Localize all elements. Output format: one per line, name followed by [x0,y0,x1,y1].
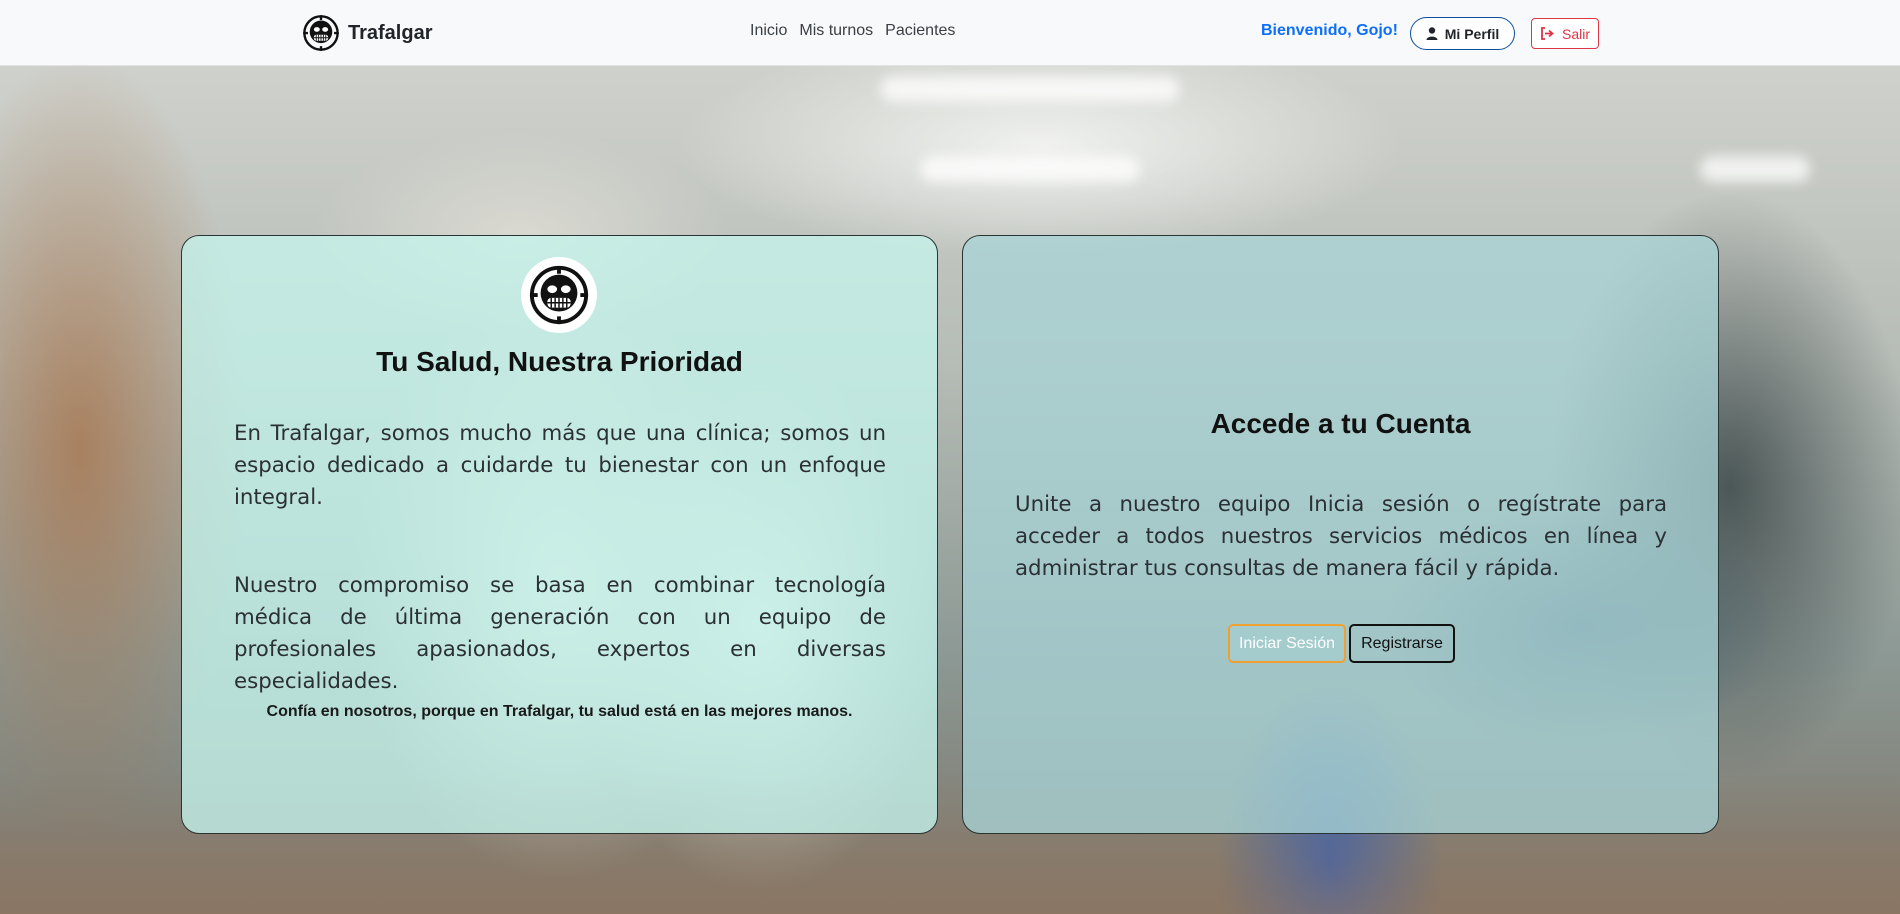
brand-link[interactable]: Trafalgar [302,13,432,53]
top-navbar: Trafalgar Inicio Mis turnos Pacientes Bi… [0,0,1900,66]
account-card: Accede a tu Cuenta Unite a nuestro equip… [962,235,1719,834]
nav-link-inicio[interactable]: Inicio [750,22,787,40]
profile-button[interactable]: Mi Perfil [1410,17,1515,50]
account-card-title: Accede a tu Cuenta [1210,408,1471,439]
card-logo [521,257,597,333]
about-paragraph-1: En Trafalgar, somos mucho más que una cl… [234,421,886,510]
sign-out-icon [1541,27,1554,40]
about-card-title: Tu Salud, Nuestra Prioridad [376,346,743,377]
welcome-message: Bienvenido, Gojo! [1261,22,1398,39]
jolly-roger-smile-icon [303,15,339,51]
main-nav: Inicio Mis turnos Pacientes [750,22,955,40]
about-tagline: Confía en nosotros, porque en Trafalgar,… [266,703,853,720]
user-icon [1426,27,1438,40]
nav-link-mis-turnos[interactable]: Mis turnos [799,22,873,40]
profile-button-label: Mi Perfil [1444,25,1500,42]
about-paragraph-2: Nuestro compromiso se basa en combinar t… [234,573,886,694]
about-card: Tu Salud, Nuestra Prioridad En Trafalgar… [181,235,938,834]
account-paragraph: Unite a nuestro equipo Inicia sesión o r… [1015,492,1667,581]
logout-button-label: Salir [1561,25,1590,42]
login-button[interactable]: Iniciar Sesión [1228,624,1346,663]
logout-button[interactable]: Salir [1531,18,1599,49]
brand-name: Trafalgar [348,21,433,44]
register-button[interactable]: Registrarse [1349,624,1455,663]
jolly-roger-smile-icon [529,265,589,325]
nav-link-pacientes[interactable]: Pacientes [885,22,955,40]
